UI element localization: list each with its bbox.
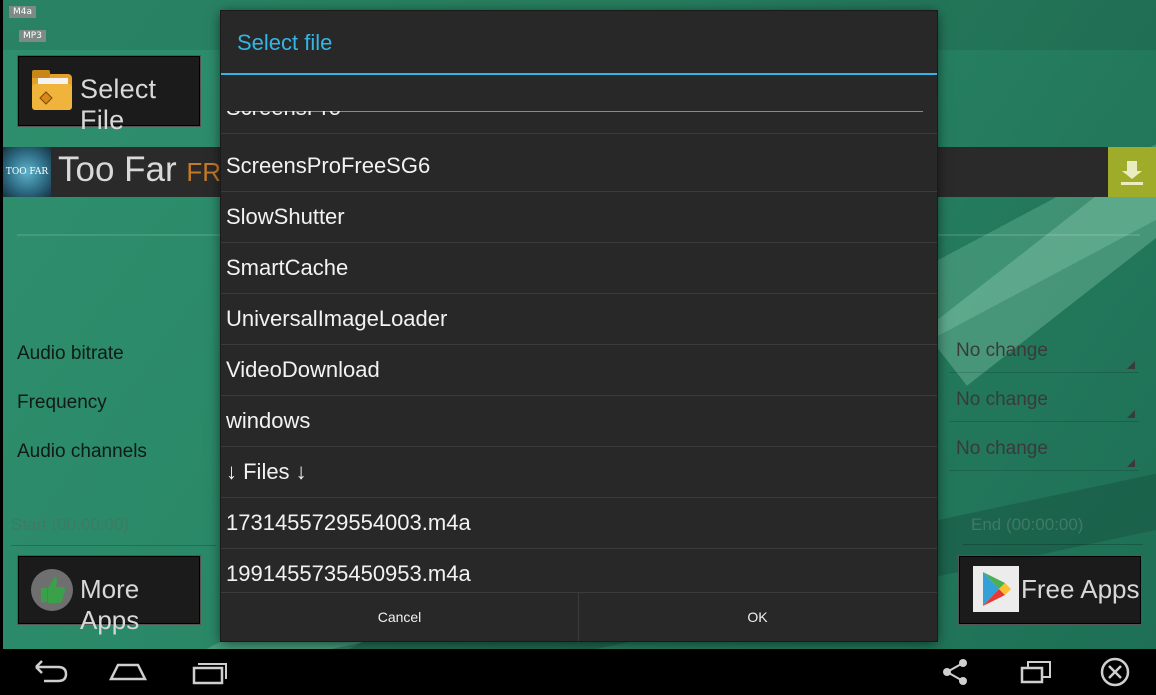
dialog-title: Select file: [237, 30, 333, 55]
path-input[interactable]: [235, 75, 923, 112]
select-file-label: Select File: [80, 74, 157, 135]
list-item[interactable]: VideoDownload: [221, 345, 937, 396]
spinner-arrow-icon: [1127, 361, 1135, 369]
dialog-button-bar: Cancel OK: [221, 592, 937, 641]
download-icon: [1121, 161, 1143, 185]
list-item-label: 1991455735450953.m4a: [226, 561, 471, 586]
home-icon[interactable]: [108, 657, 148, 687]
free-apps-label: Free Apps: [1021, 574, 1140, 604]
select-file-button[interactable]: Select File: [17, 55, 201, 135]
system-nav-bar: [0, 649, 1156, 695]
list-item[interactable]: windows: [221, 396, 937, 447]
cancel-button[interactable]: Cancel: [221, 593, 579, 641]
ok-button[interactable]: OK: [579, 593, 936, 641]
list-item-label: ScreensPro: [226, 111, 341, 121]
list-item-label: ScreensProFreeSG6: [226, 153, 431, 178]
track-title-suffix: FR: [186, 157, 222, 187]
list-item[interactable]: ScreensPro: [221, 111, 937, 134]
free-apps-button[interactable]: Free Apps: [958, 555, 1142, 625]
audio-bitrate-value: No change: [956, 340, 1048, 361]
list-item[interactable]: ScreensProFreeSG6: [221, 141, 937, 192]
list-item[interactable]: 1731455729554003.m4a: [221, 498, 937, 549]
audio-channels-value: No change: [956, 438, 1048, 459]
list-item-label: ↓ Files ↓: [226, 459, 307, 484]
start-time-input[interactable]: Start (00:00:00): [11, 515, 216, 546]
file-list[interactable]: ScreensPro ScreensProFreeSG6 SlowShutter…: [221, 111, 937, 591]
recent-apps-icon[interactable]: [190, 657, 230, 687]
list-item-label: SmartCache: [226, 255, 349, 280]
frequency-spinner[interactable]: No change: [949, 385, 1139, 422]
track-thumbnail: TOO FAR: [3, 147, 51, 197]
list-item[interactable]: 1991455735450953.m4a: [221, 549, 937, 591]
list-item-label: UniversalImageLoader: [226, 306, 448, 331]
more-apps-label: More Apps: [80, 574, 140, 635]
audio-bitrate-label: Audio bitrate: [17, 343, 124, 364]
list-item-label: windows: [226, 408, 311, 433]
list-item-label: VideoDownload: [226, 357, 380, 382]
audio-channels-spinner[interactable]: No change: [949, 434, 1139, 471]
audio-bitrate-spinner[interactable]: No change: [949, 336, 1139, 373]
share-icon[interactable]: [935, 657, 975, 687]
spinner-arrow-icon: [1127, 410, 1135, 418]
track-title-text: Too Far: [58, 150, 177, 189]
list-item[interactable]: SmartCache: [221, 243, 937, 294]
format-badge-bottom: MP3: [19, 30, 46, 42]
list-item-label: SlowShutter: [226, 204, 345, 229]
audio-channels-label: Audio channels: [17, 441, 147, 462]
list-item-label: 1731455729554003.m4a: [226, 510, 471, 535]
format-badge-top: M4a: [9, 6, 37, 18]
folder-icon: [32, 70, 72, 110]
select-file-dialog: Select file ScreensPro ScreensProFreeSG6…: [221, 11, 937, 641]
end-time-input[interactable]: End (00:00:00): [963, 515, 1143, 545]
play-store-icon: [973, 566, 1019, 612]
frequency-label: Frequency: [17, 392, 107, 413]
format-badge[interactable]: M4a MP3: [9, 6, 51, 50]
screen-icon[interactable]: [1016, 657, 1056, 687]
more-apps-button[interactable]: More Apps: [17, 555, 201, 635]
list-item[interactable]: UniversalImageLoader: [221, 294, 937, 345]
list-item[interactable]: SlowShutter: [221, 192, 937, 243]
close-icon[interactable]: [1095, 657, 1135, 687]
download-button[interactable]: [1108, 147, 1156, 197]
back-icon[interactable]: [30, 657, 70, 687]
frequency-value: No change: [956, 389, 1048, 410]
spinner-arrow-icon: [1127, 459, 1135, 467]
track-title: Too Far FR: [58, 150, 221, 190]
thumbs-up-icon: [31, 569, 73, 611]
files-section-header: ↓ Files ↓: [221, 447, 937, 498]
